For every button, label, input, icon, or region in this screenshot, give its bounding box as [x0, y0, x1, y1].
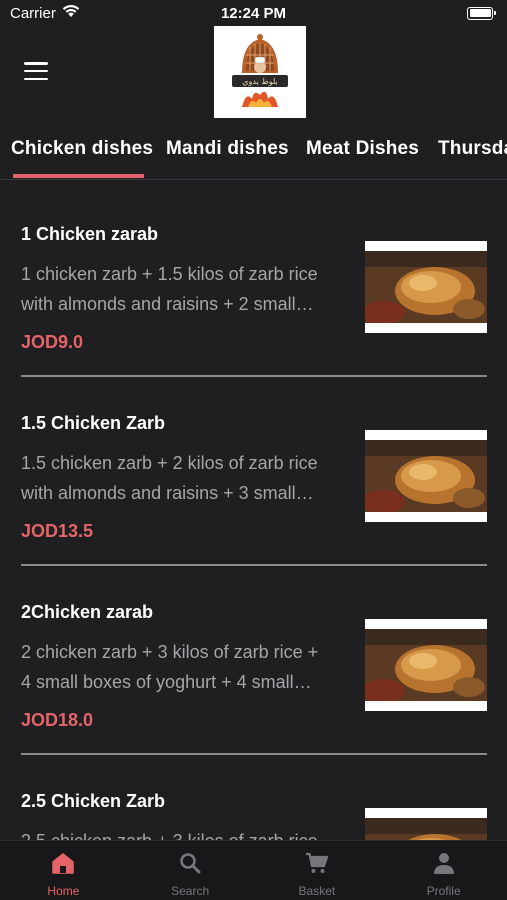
dish-title: 1.5 Chicken Zarb	[21, 413, 166, 433]
nav-search[interactable]: Search	[127, 841, 254, 900]
nav-label: Profile	[426, 884, 461, 898]
nav-label: Home	[47, 884, 80, 898]
category-tabs: Chicken dishes Mandi dishes Meat Dishes …	[0, 128, 507, 180]
nav-basket[interactable]: Basket	[254, 841, 381, 900]
header: بلوط يدوي	[0, 26, 507, 120]
nav-label: Basket	[298, 884, 336, 898]
dish-price: JOD9.0	[21, 332, 84, 352]
hamburger-menu-icon[interactable]	[24, 62, 48, 80]
bottom-nav: Home Search Basket Profile	[0, 840, 507, 900]
dish-price: JOD18.0	[21, 710, 94, 730]
dish-list[interactable]: 1 Chicken zarab 1 chicken zarb + 1.5 kil…	[0, 181, 507, 841]
dish-description: 1.5 chicken zarb + 2 kilos of zarb rice …	[21, 453, 318, 503]
dish-title: 2.5 Chicken Zarb	[21, 791, 166, 811]
search-icon	[177, 850, 203, 876]
dish-item[interactable]: 1.5 Chicken Zarb 1.5 chicken zarb + 2 ki…	[0, 370, 507, 566]
dish-image	[365, 808, 487, 841]
tab-chicken-dishes[interactable]: Chicken dishes	[11, 138, 153, 160]
dish-title: 2Chicken zarab	[21, 602, 154, 622]
dish-description: 2 chicken zarb + 3 kilos of zarb rice + …	[21, 642, 319, 692]
active-tab-indicator	[13, 174, 144, 178]
dish-item[interactable]: 1 Chicken zarab 1 chicken zarb + 1.5 kil…	[0, 181, 507, 377]
dish-title: 1 Chicken zarab	[21, 224, 159, 244]
dish-item[interactable]: 2Chicken zarab 2 chicken zarb + 3 kilos …	[0, 559, 507, 755]
profile-icon	[431, 850, 457, 876]
status-time: 12:24 PM	[220, 5, 287, 22]
tab-mandi-dishes[interactable]: Mandi dishes	[166, 138, 289, 160]
home-icon	[50, 850, 76, 876]
dish-description: 2.5 chicken zarb + 3 kilos of zarb rice	[21, 831, 318, 841]
dish-image	[365, 241, 487, 333]
dish-image	[365, 619, 487, 711]
basket-icon	[304, 850, 330, 876]
dish-description: 1 chicken zarb + 1.5 kilos of zarb rice …	[21, 264, 318, 314]
nav-profile[interactable]: Profile	[380, 841, 507, 900]
tab-thursday[interactable]: Thursday	[438, 138, 507, 160]
dish-price: JOD13.5	[21, 521, 94, 541]
dish-item[interactable]: 2.5 Chicken Zarb 2.5 chicken zarb + 3 ki…	[0, 748, 507, 841]
nav-home[interactable]: Home	[0, 841, 127, 900]
dish-image	[365, 430, 487, 522]
tab-meat-dishes[interactable]: Meat Dishes	[306, 138, 419, 160]
restaurant-logo: بلوط يدوي	[214, 26, 306, 118]
logo-text: بلوط يدوي	[242, 77, 278, 86]
nav-label: Search	[171, 884, 210, 898]
